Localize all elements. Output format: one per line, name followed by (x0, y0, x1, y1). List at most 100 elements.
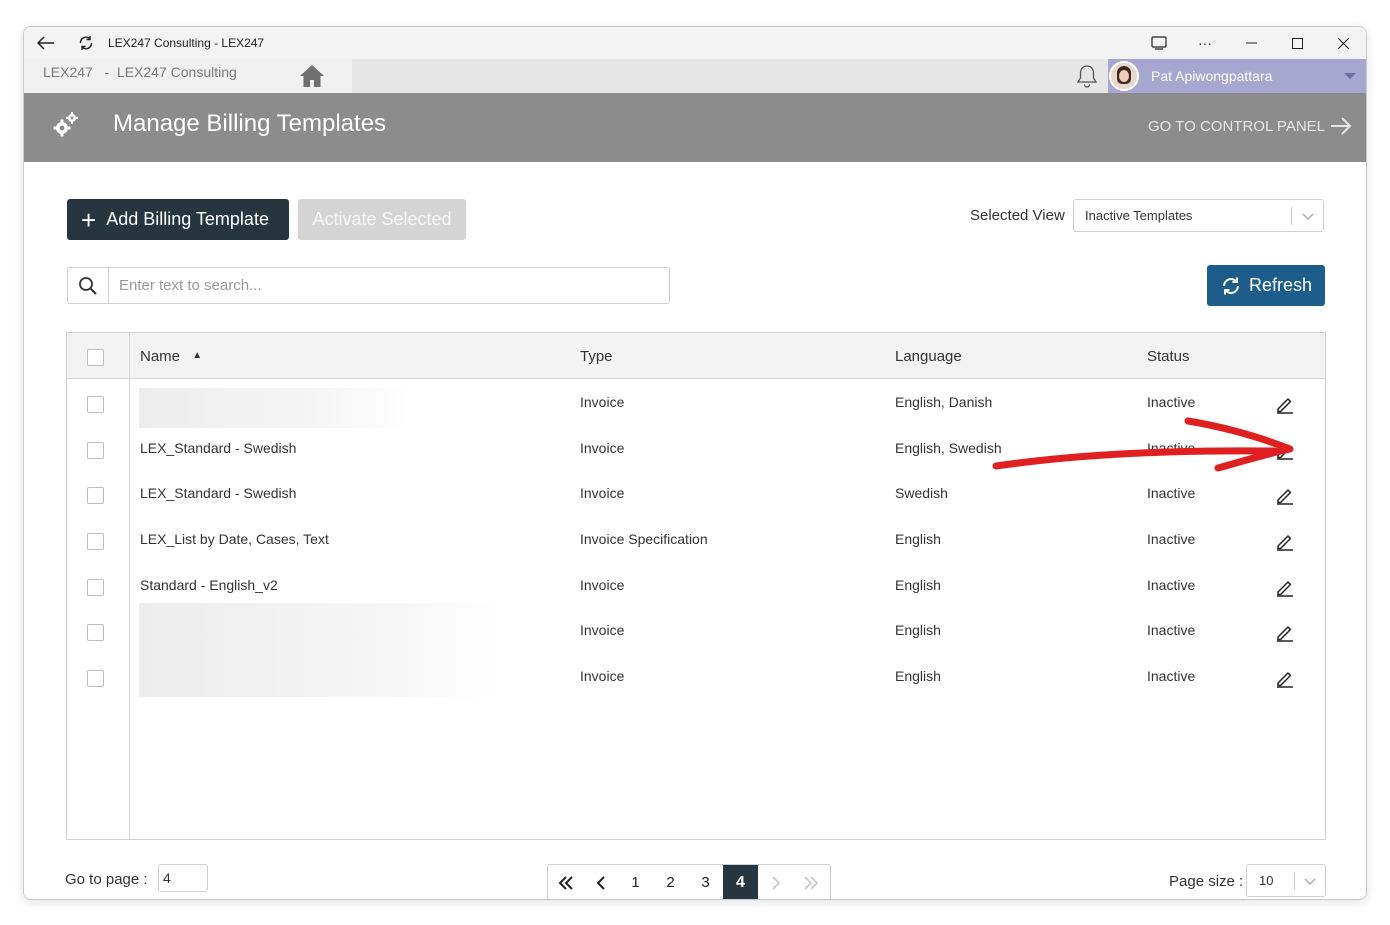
pencil-icon (1277, 672, 1293, 688)
arrow-right-icon (1331, 117, 1352, 135)
cast-button[interactable] (1136, 27, 1182, 59)
caret-down-icon (1344, 73, 1356, 79)
pencil-icon (1277, 398, 1293, 414)
row-checkbox[interactable] (87, 670, 104, 687)
cell-name: LEX_List by Date, Cases, Text (140, 531, 329, 547)
next-page-button[interactable] (758, 865, 793, 899)
close-icon (1337, 37, 1349, 49)
cell-language: English (895, 622, 941, 638)
chevron-left-icon (596, 875, 605, 890)
cell-language: English (895, 531, 941, 547)
back-button[interactable] (30, 27, 62, 59)
maximize-icon (1291, 37, 1303, 49)
cell-status: Inactive (1147, 577, 1196, 593)
selected-view-dropdown[interactable]: Inactive Templates (1073, 199, 1324, 232)
refresh-label: Refresh (1248, 275, 1313, 295)
page-button-1[interactable]: 1 (618, 865, 653, 899)
cell-type: Invoice (580, 440, 625, 456)
edit-button[interactable] (1275, 394, 1295, 417)
divider (1291, 207, 1292, 225)
notifications-button[interactable] (1076, 64, 1098, 93)
edit-button[interactable] (1275, 531, 1295, 554)
edit-button[interactable] (1275, 440, 1295, 463)
table-row[interactable]: LEX_Standard - Swedish Invoice English, Sw… (67, 428, 1325, 474)
column-header-type[interactable]: Type (580, 348, 613, 365)
table-row[interactable]: LEX_Standard - Swedish Invoice Swedish Inac… (67, 473, 1325, 519)
cell-status: Inactive (1147, 394, 1196, 410)
column-header-language[interactable]: Language (895, 348, 962, 365)
page-size-dropdown[interactable]: 10 (1246, 864, 1326, 897)
pencil-icon (1277, 489, 1293, 505)
go-to-control-panel-link[interactable]: GO TO CONTROL PANEL (1148, 117, 1352, 135)
cell-status: Inactive (1147, 440, 1196, 456)
minimize-button[interactable] (1228, 27, 1274, 59)
templates-grid: Name ▲ Type Language Status Invoice Engli… (66, 332, 1326, 840)
user-menu[interactable]: Pat Apiwongpattara (1108, 59, 1366, 93)
first-page-button[interactable] (548, 865, 583, 899)
cell-status: Inactive (1147, 531, 1196, 547)
selected-view-value: Inactive Templates (1085, 208, 1193, 223)
ellipsis-icon: ··· (1198, 35, 1212, 51)
bell-icon (1076, 65, 1098, 88)
cell-status: Inactive (1147, 668, 1196, 684)
row-checkbox[interactable] (87, 442, 104, 459)
chevron-down-icon (1302, 213, 1314, 220)
search-input[interactable] (110, 268, 668, 303)
edit-button[interactable] (1275, 668, 1295, 691)
cell-type: Invoice (580, 485, 625, 501)
row-checkbox[interactable] (87, 396, 104, 413)
cell-language: English (895, 668, 941, 684)
page-button-2[interactable]: 2 (653, 865, 688, 899)
row-checkbox[interactable] (87, 487, 104, 504)
cell-language: English (895, 577, 941, 593)
more-options-button[interactable]: ··· (1182, 27, 1228, 59)
previous-page-button[interactable] (583, 865, 618, 899)
pencil-icon (1277, 626, 1293, 642)
home-button[interactable] (272, 59, 352, 93)
maximize-button[interactable] (1274, 27, 1320, 59)
cell-status: Inactive (1147, 622, 1196, 638)
breadcrumb[interactable]: LEX247 - LEX247 Consulting (24, 59, 272, 93)
add-button-label: Add Billing Template (106, 209, 269, 229)
redacted-name (139, 603, 499, 697)
add-billing-template-button[interactable]: + Add Billing Template (67, 199, 289, 240)
cell-name: LEX_Standard - Swedish (140, 440, 297, 456)
control-panel-label: GO TO CONTROL PANEL (1148, 117, 1325, 135)
cell-name: Standard - English_v2 (140, 577, 278, 593)
column-header-name[interactable]: Name ▲ (140, 348, 202, 365)
page-title: Manage Billing Templates (113, 110, 387, 137)
edit-button[interactable] (1275, 577, 1295, 600)
table-row[interactable]: LEX_List by Date, Cases, Text Invoice Spe… (67, 519, 1325, 565)
user-name: Pat Apiwongpattara (1151, 68, 1273, 84)
activate-selected-button[interactable]: Activate Selected (298, 199, 466, 240)
refresh-button[interactable]: Refresh (1207, 265, 1325, 306)
row-checkbox[interactable] (87, 624, 104, 641)
page-size-value: 10 (1259, 873, 1274, 888)
edit-button[interactable] (1275, 485, 1295, 508)
cell-language: Swedish (895, 485, 948, 501)
search-icon (68, 268, 109, 303)
goto-page-input[interactable]: 4 (158, 864, 208, 892)
page-size-label: Page size : (1169, 873, 1244, 890)
cell-language: English, Swedish (895, 440, 1002, 456)
cell-type: Invoice (580, 622, 625, 638)
last-page-button[interactable] (793, 865, 828, 899)
reload-button[interactable] (70, 27, 102, 59)
plus-icon: + (81, 204, 97, 235)
select-all-checkbox[interactable] (87, 349, 104, 366)
divider (1294, 872, 1295, 890)
page-button-4[interactable]: 4 (723, 865, 758, 899)
cell-language: English, Danish (895, 394, 993, 410)
row-checkbox[interactable] (87, 533, 104, 550)
home-icon (300, 65, 324, 87)
cell-status: Inactive (1147, 485, 1196, 501)
app-nav-bar: LEX247 - LEX247 Consulting Pat Apiwongpa… (24, 59, 1366, 93)
row-checkbox[interactable] (87, 579, 104, 596)
page-button-3[interactable]: 3 (688, 865, 723, 899)
page-header: Manage Billing Templates GO TO CONTROL P… (24, 93, 1366, 162)
column-header-status[interactable]: Status (1147, 348, 1190, 365)
close-button[interactable] (1320, 27, 1366, 59)
edit-button[interactable] (1275, 622, 1295, 645)
grid-header: Name ▲ Type Language Status (67, 333, 1325, 379)
double-chevron-left-icon (558, 875, 573, 890)
